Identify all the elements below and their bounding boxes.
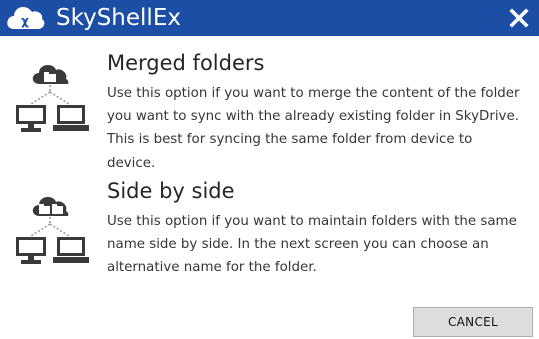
merged-folders-icon [16, 65, 89, 132]
option-description: Use this option if you want to merge the… [107, 86, 520, 171]
option-heading: Side by side [107, 179, 235, 203]
close-button[interactable] [503, 2, 535, 34]
svg-text:χ: χ [21, 14, 29, 28]
close-icon [509, 8, 529, 28]
cancel-button[interactable]: CANCEL [413, 307, 533, 337]
title-bar: χ SkyShellEx [0, 0, 539, 36]
skydrive-cloud-icon: χ [7, 7, 45, 29]
option-description: Use this option if you want to maintain … [107, 214, 517, 276]
side-by-side-option[interactable]: Side by side Use this option if you want… [0, 178, 539, 288]
merged-folders-option[interactable]: Merged folders Use this option if you wa… [0, 44, 539, 174]
dialog-window: χ SkyShellEx Merged folders Use this opt… [0, 0, 539, 339]
side-by-side-icon [16, 197, 89, 264]
option-heading: Merged folders [107, 51, 265, 75]
window-title: SkyShellEx [56, 5, 181, 31]
